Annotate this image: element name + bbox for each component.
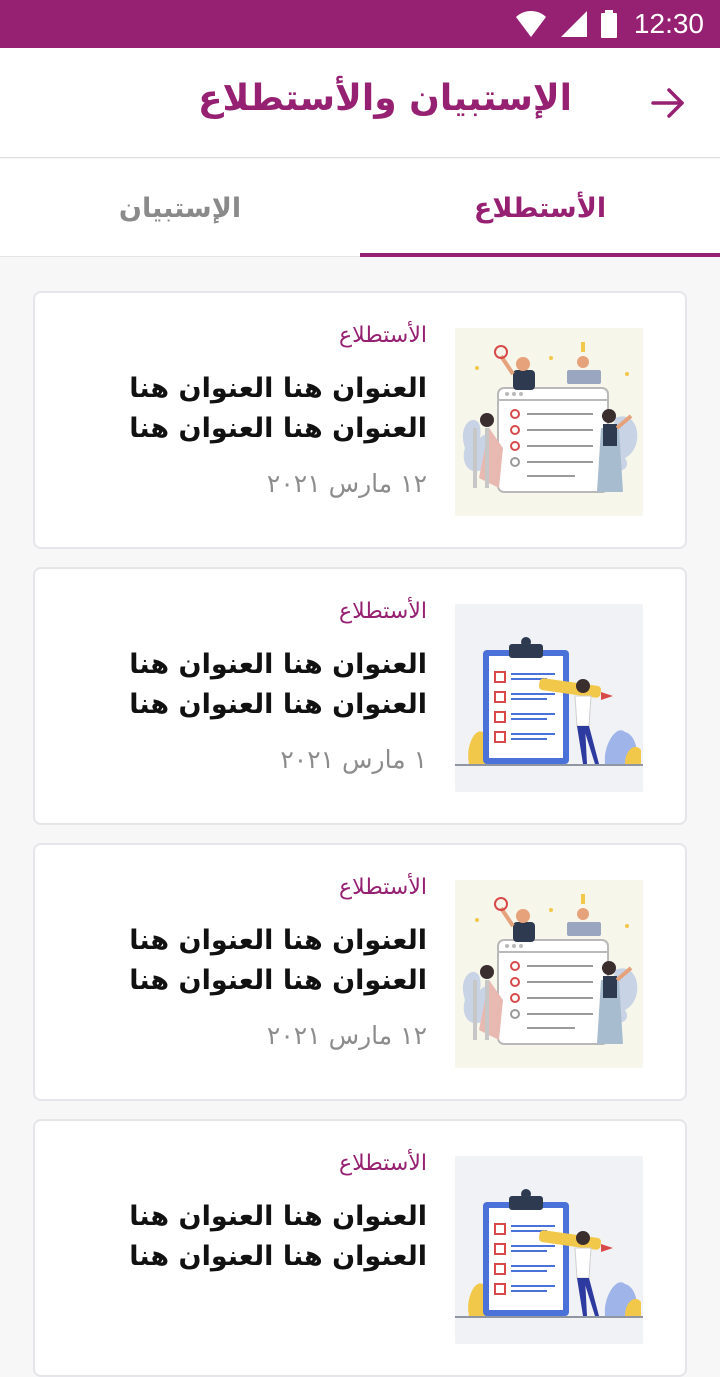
tab-bar: الأستطلاع الإستبيان [0,159,720,257]
poll-card[interactable]: الأستطلاع العنوان هنا العنوان هنا العنوا… [33,291,687,549]
tab-poll[interactable]: الأستطلاع [360,159,720,257]
poll-card[interactable]: الأستطلاع العنوان هنا العنوان هنا العنوا… [33,843,687,1101]
card-date: ١٢ مارس ٢٠٢١ [266,1021,427,1050]
survey-team-illustration [455,880,643,1068]
back-button[interactable] [646,81,690,125]
card-category: الأستطلاع [338,323,427,348]
active-tab-indicator [360,253,720,257]
status-bar: 12:30 [0,0,720,48]
app-bar: الإستبيان والأستطلاع [0,48,720,158]
card-date: ١ مارس ٢٠٢١ [280,745,427,774]
card-title: العنوان هنا العنوان هنا العنوان هنا العن… [129,373,427,444]
checklist-clipboard-illustration [455,604,643,792]
card-category: الأستطلاع [338,1151,427,1176]
page-title: الإستبيان والأستطلاع [197,78,572,119]
card-category: الأستطلاع [338,875,427,900]
poll-card[interactable]: الأستطلاع العنوان هنا العنوان هنا العنوا… [33,567,687,825]
status-icons: 12:30 [514,0,704,48]
arrow-right-icon [651,88,684,118]
battery-icon [600,10,618,38]
status-time: 12:30 [633,8,704,39]
card-date: ١٢ مارس ٢٠٢١ [266,469,427,498]
card-title: العنوان هنا العنوان هنا العنوان هنا العن… [129,925,427,996]
poll-card[interactable]: الأستطلاع العنوان هنا العنوان هنا العنوا… [33,1119,687,1377]
card-title: العنوان هنا العنوان هنا العنوان هنا العن… [129,1201,427,1272]
card-title: العنوان هنا العنوان هنا العنوان هنا العن… [129,649,427,720]
signal-icon [560,10,588,38]
card-category: الأستطلاع [338,599,427,624]
wifi-icon [514,10,548,38]
survey-team-illustration [455,328,643,516]
tab-survey[interactable]: الإستبيان [0,159,360,257]
checklist-clipboard-illustration [455,1156,643,1344]
